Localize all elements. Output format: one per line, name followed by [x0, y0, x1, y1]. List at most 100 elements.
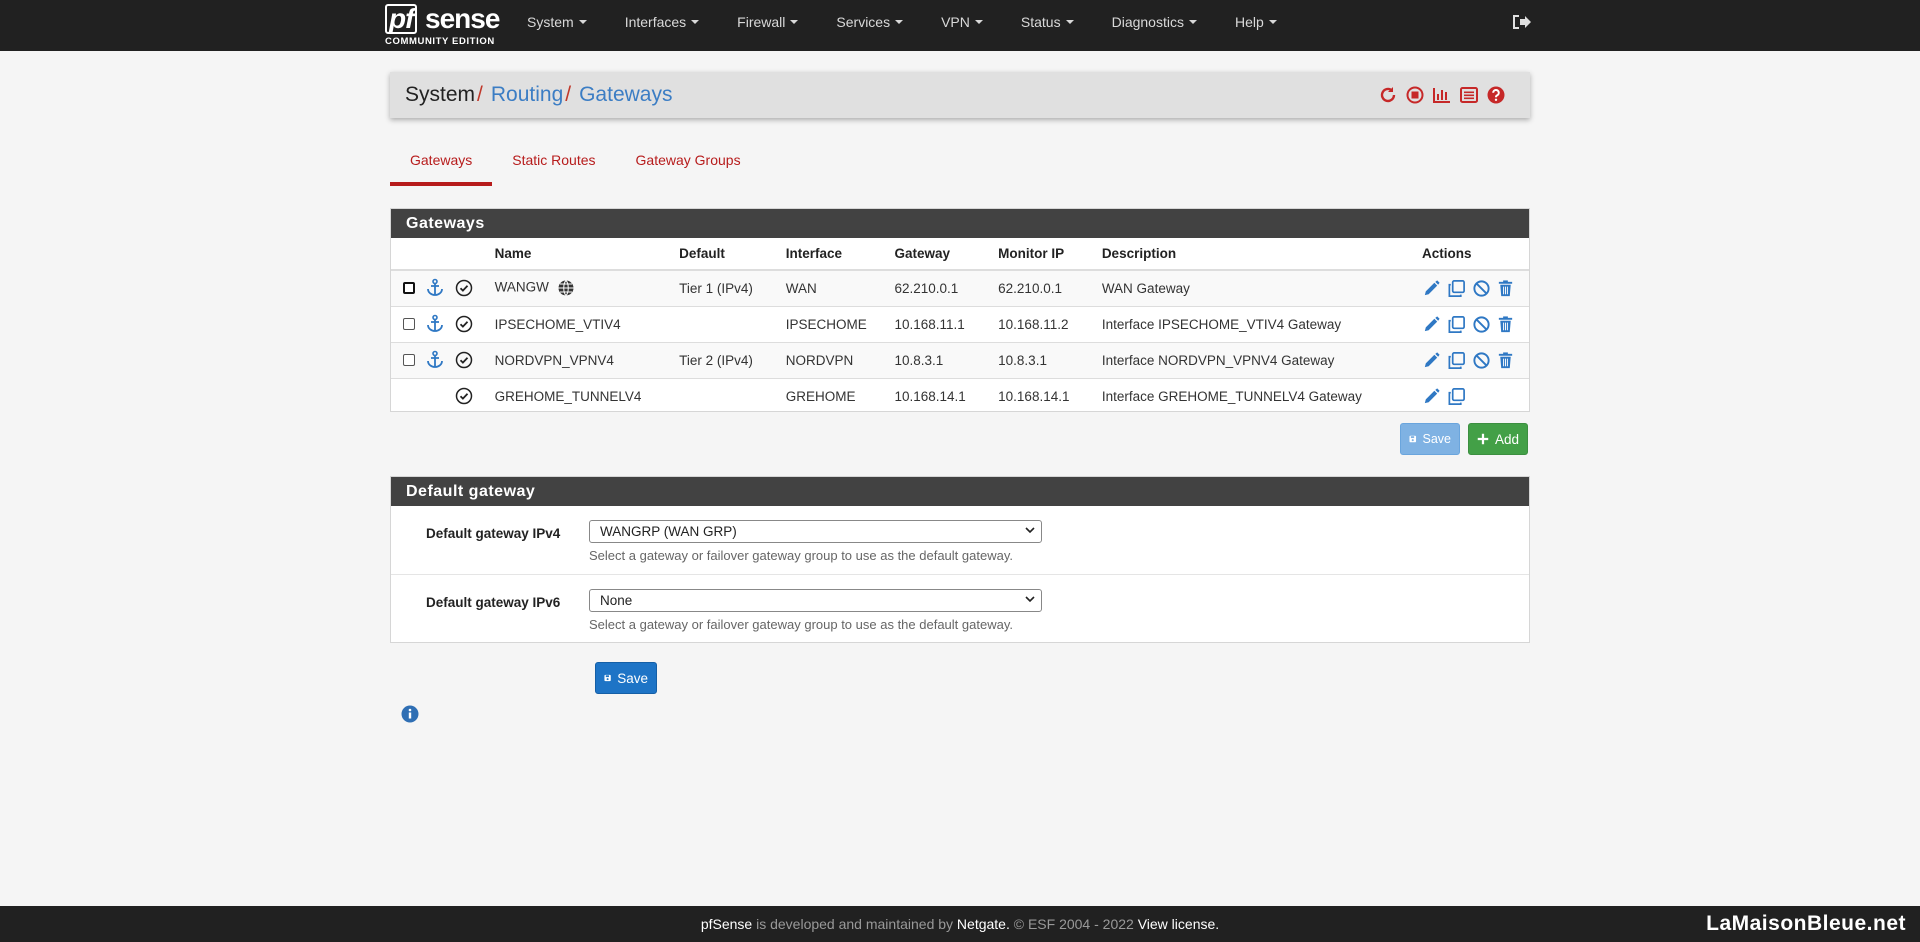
table-header-row: Name Default Interface Gateway Monitor I… [391, 238, 1529, 271]
copy-icon[interactable] [1447, 315, 1466, 334]
menu-services[interactable]: Services [817, 0, 922, 44]
restart-icon[interactable] [1378, 85, 1398, 105]
default-gateway-ipv4-select[interactable]: WANGRP (WAN GRP) [589, 520, 1042, 543]
header-name[interactable]: Name [489, 238, 675, 271]
default-gateway-ipv4-row: Default gateway IPv4 WANGRP (WAN GRP) Se… [391, 506, 1529, 575]
menu-system[interactable]: System [508, 0, 606, 44]
logout-icon[interactable] [1511, 13, 1531, 31]
disable-icon[interactable] [1472, 279, 1491, 298]
gateway-name: IPSECHOME_VTIV4 [494, 316, 621, 332]
pfsense-logo[interactable]: pf sense COMMUNITY EDITION [385, 4, 500, 48]
default-gateway-title: Default gateway [391, 477, 1529, 506]
save-icon [604, 674, 611, 682]
trash-icon[interactable] [1496, 279, 1515, 298]
help-icon[interactable] [1486, 85, 1506, 105]
menu-status[interactable]: Status [1002, 0, 1093, 44]
anchor-icon[interactable] [425, 314, 445, 334]
pencil-icon[interactable] [1422, 351, 1441, 370]
footer-brand[interactable]: pfSense [701, 916, 752, 932]
header-actions: Actions [1417, 238, 1529, 271]
gateways-table: Name Default Interface Gateway Monitor I… [391, 238, 1529, 414]
default-gateway-ipv4-value: WANGRP (WAN GRP) [600, 524, 737, 539]
top-navbar: pf sense COMMUNITY EDITION System Interf… [0, 0, 1920, 51]
tab-static-routes[interactable]: Static Routes [492, 140, 615, 186]
globe-icon [558, 280, 574, 297]
footer-text-2: © ESF 2004 - 2022 [1009, 916, 1138, 932]
gateway-default: Tier 2 (IPv4) [674, 341, 781, 378]
gateway-address: 10.168.11.1 [889, 305, 994, 342]
trash-icon[interactable] [1496, 351, 1515, 370]
header-gateway[interactable]: Gateway [889, 238, 994, 271]
header-default[interactable]: Default [674, 238, 781, 271]
default-gateway-ipv4-label: Default gateway IPv4 [426, 526, 561, 541]
pencil-icon[interactable] [1422, 279, 1441, 298]
pencil-icon[interactable] [1422, 387, 1441, 406]
gateway-address: 62.210.0.1 [889, 269, 994, 306]
watermark: LaMaisonBleue.net [1706, 912, 1906, 935]
trash-icon[interactable] [1496, 315, 1515, 334]
anchor-icon[interactable] [425, 350, 445, 370]
add-gateway-button[interactable]: Add [1468, 423, 1528, 455]
menu-help[interactable]: Help [1216, 0, 1296, 44]
default-gateway-panel: Default gateway Default gateway IPv4 WAN… [390, 476, 1530, 643]
header-select [391, 238, 450, 271]
menu-help-label: Help [1234, 14, 1264, 30]
gateway-monitor-ip: 10.8.3.1 [993, 341, 1097, 378]
caret-down-icon [1065, 20, 1074, 25]
table-row: WANGW Tier 1 (IPv4) WAN 62.210.0.1 62.21… [391, 269, 1529, 306]
menu-services-label: Services [836, 14, 891, 30]
default-gateway-ipv6-select[interactable]: None [589, 589, 1042, 612]
check-circle-icon [455, 315, 473, 333]
disable-icon[interactable] [1472, 315, 1491, 334]
copy-icon[interactable] [1447, 279, 1466, 298]
chart-icon[interactable] [1432, 85, 1452, 105]
gateway-monitor-ip: 62.210.0.1 [993, 269, 1097, 306]
breadcrumb-separator: / [565, 83, 572, 106]
footer-netgate-link[interactable]: Netgate. [957, 916, 1010, 932]
caret-down-icon [1268, 20, 1277, 25]
caret-down-icon [974, 20, 983, 25]
table-row: IPSECHOME_VTIV4 IPSECHOME 10.168.11.1 10… [391, 305, 1529, 342]
copy-icon[interactable] [1447, 387, 1466, 406]
pencil-icon[interactable] [1422, 315, 1441, 334]
header-monitor-ip[interactable]: Monitor IP [993, 238, 1097, 271]
menu-system-label: System [527, 14, 574, 30]
breadcrumb-gateways[interactable]: Gateways [579, 83, 672, 106]
row-checkbox[interactable] [403, 354, 415, 366]
save-order-button[interactable]: Save [1400, 423, 1460, 455]
table-row: NORDVPN_VPNV4 Tier 2 (IPv4) NORDVPN 10.8… [391, 341, 1529, 378]
gateway-name: NORDVPN_VPNV4 [494, 352, 614, 368]
anchor-icon[interactable] [425, 278, 445, 298]
default-gateway-ipv6-value: None [600, 593, 633, 608]
breadcrumb-routing[interactable]: Routing [491, 83, 563, 106]
breadcrumb-shortcuts [1378, 85, 1506, 105]
gateways-panel: Gateways Name Default Interface Gateway … [390, 208, 1530, 414]
tab-gateways[interactable]: Gateways [390, 140, 493, 186]
gateway-default [674, 305, 781, 342]
row-actions [1417, 377, 1529, 414]
menu-vpn[interactable]: VPN [922, 0, 1002, 44]
menu-interfaces[interactable]: Interfaces [606, 0, 718, 44]
row-checkbox[interactable] [403, 318, 415, 330]
add-gateway-label: Add [1494, 431, 1519, 447]
footer-license-link[interactable]: View license. [1138, 916, 1219, 932]
disable-icon[interactable] [1472, 351, 1491, 370]
logo-sense: sense [425, 3, 500, 34]
header-description[interactable]: Description [1096, 238, 1418, 271]
row-checkbox[interactable] [403, 282, 415, 295]
default-gateway-ipv4-help: Select a gateway or failover gateway gro… [589, 548, 1013, 563]
info-icon[interactable] [401, 705, 419, 723]
stop-icon[interactable] [1405, 85, 1425, 105]
gateways-panel-title: Gateways [391, 209, 1529, 238]
routing-tabs: Gateways Static Routes Gateway Groups [390, 140, 761, 186]
save-button[interactable]: Save [595, 662, 657, 694]
menu-firewall[interactable]: Firewall [718, 0, 817, 44]
tab-gateway-groups[interactable]: Gateway Groups [616, 140, 761, 186]
copy-icon[interactable] [1447, 351, 1466, 370]
menu-diagnostics-label: Diagnostics [1111, 14, 1184, 30]
gateway-address: 10.168.14.1 [889, 377, 994, 414]
log-list-icon[interactable] [1459, 85, 1479, 105]
default-gateway-ipv6-help: Select a gateway or failover gateway gro… [589, 617, 1013, 632]
menu-diagnostics[interactable]: Diagnostics [1093, 0, 1216, 44]
header-interface[interactable]: Interface [780, 238, 890, 271]
